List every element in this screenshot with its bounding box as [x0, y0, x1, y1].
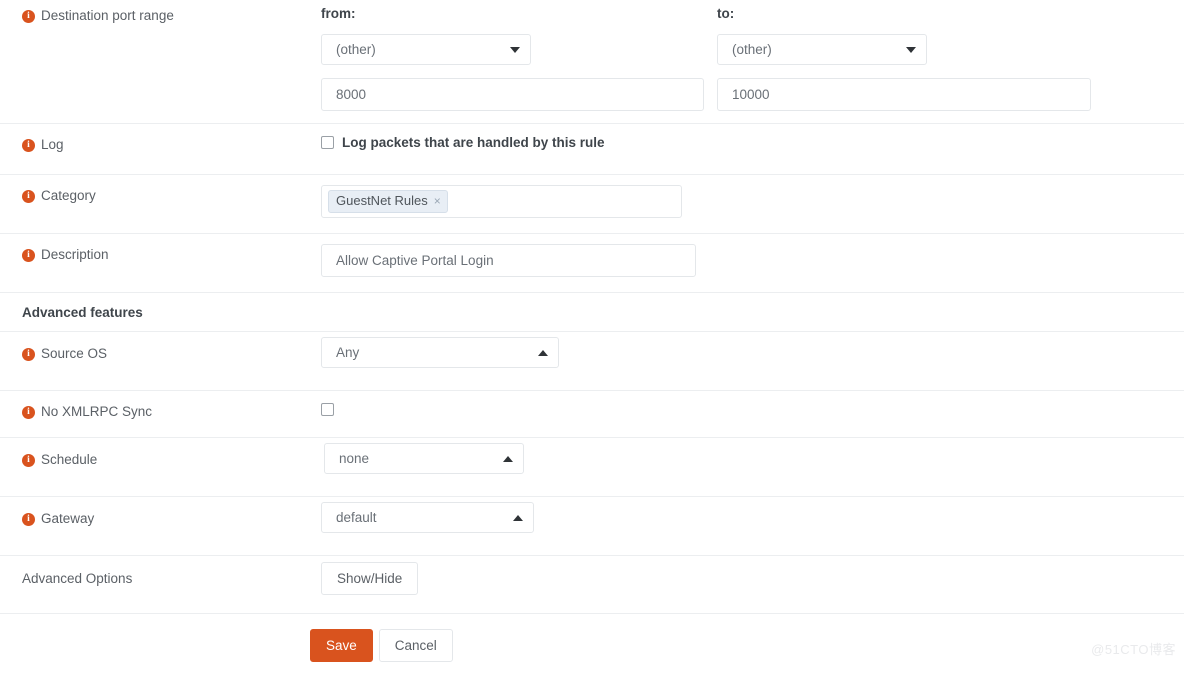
port-range-to-column: to: (other) 10000	[704, 6, 1184, 111]
gateway-label-cell: i Gateway	[0, 497, 308, 536]
row-log: i Log Log packets that are handled by th…	[0, 124, 1184, 175]
destination-port-range-label: Destination port range	[41, 8, 174, 23]
gateway-label: Gateway	[41, 511, 95, 526]
advanced-options-label-cell: Advanced Options	[0, 556, 308, 596]
no-xmlrpc-sync-label: No XMLRPC Sync	[41, 404, 153, 419]
row-advanced-options: Advanced Options Show/Hide	[0, 556, 1184, 614]
row-source-os: i Source OS Any	[0, 332, 1184, 391]
row-no-xmlrpc-sync: i No XMLRPC Sync	[0, 391, 1184, 438]
log-body: Log packets that are handled by this rul…	[308, 124, 1184, 158]
no-xmlrpc-sync-checkbox[interactable]	[321, 403, 334, 416]
log-label: Log	[41, 137, 64, 152]
port-from-input-wrap: 8000	[308, 78, 704, 111]
log-label-cell: i Log	[0, 124, 308, 162]
info-icon[interactable]: i	[22, 454, 35, 467]
destination-port-to-select[interactable]: (other)	[717, 34, 927, 65]
gateway-value: default	[336, 510, 377, 525]
category-body: GuestNet Rules ×	[308, 175, 1184, 226]
gateway-select-wrap: default	[308, 497, 1184, 533]
log-packets-checkbox[interactable]	[321, 136, 334, 149]
schedule-select-wrap: none	[308, 438, 1184, 474]
info-icon[interactable]: i	[22, 513, 35, 526]
show-hide-button-wrap: Show/Hide	[308, 556, 1184, 595]
category-token-field[interactable]: GuestNet Rules ×	[321, 185, 682, 218]
chevron-up-icon	[513, 514, 523, 521]
info-icon[interactable]: i	[22, 348, 35, 361]
source-os-value: Any	[336, 345, 360, 360]
row-category: i Category GuestNet Rules ×	[0, 175, 1184, 234]
destination-port-to-select-value: (other)	[732, 42, 772, 57]
no-xmlrpc-sync-body	[308, 391, 1184, 427]
advanced-options-label: Advanced Options	[22, 571, 133, 586]
cancel-button[interactable]: Cancel	[378, 629, 453, 662]
destination-port-from-select-value: (other)	[336, 42, 376, 57]
destination-port-from-value: 8000	[336, 87, 367, 102]
schedule-body: none	[308, 438, 1184, 482]
advanced-features-heading: Advanced features	[0, 293, 1184, 332]
port-to-input-wrap: 10000	[704, 78, 1184, 111]
destination-port-to-input[interactable]: 10000	[717, 78, 1091, 111]
row-destination-port-range: i Destination port range from: (other) 8…	[0, 0, 1184, 124]
source-os-select[interactable]: Any	[321, 337, 559, 368]
log-packets-checkbox-label[interactable]: Log packets that are handled by this rul…	[342, 135, 605, 150]
description-input[interactable]: Allow Captive Portal Login	[321, 244, 696, 277]
description-body: Allow Captive Portal Login	[308, 234, 1184, 285]
no-xmlrpc-sync-label-cell: i No XMLRPC Sync	[0, 391, 308, 429]
info-icon[interactable]: i	[22, 406, 35, 419]
info-icon[interactable]: i	[22, 10, 35, 23]
schedule-value: none	[339, 451, 370, 466]
firewall-rule-edit-form: i Destination port range from: (other) 8…	[0, 0, 1184, 662]
category-label: Category	[41, 188, 96, 203]
info-icon[interactable]: i	[22, 139, 35, 152]
gateway-body: default	[308, 497, 1184, 541]
port-from-heading: from:	[321, 6, 356, 21]
category-token-label: GuestNet Rules	[336, 193, 428, 208]
info-icon[interactable]: i	[22, 190, 35, 203]
port-range-columns: from: (other) 8000 to: (other) 10000	[308, 0, 1184, 123]
row-schedule: i Schedule none	[0, 438, 1184, 497]
row-description: i Description Allow Captive Portal Login	[0, 234, 1184, 293]
destination-port-range-label-cell: i Destination port range	[0, 0, 308, 123]
close-icon[interactable]: ×	[434, 195, 441, 207]
row-gateway: i Gateway default	[0, 497, 1184, 556]
source-os-body: Any	[308, 332, 1184, 376]
info-icon[interactable]: i	[22, 249, 35, 262]
no-xmlrpc-sync-checkbox-wrap	[308, 391, 1184, 419]
advanced-options-body: Show/Hide	[308, 556, 1184, 603]
watermark: @51CTO博客	[1091, 642, 1176, 657]
destination-port-from-select[interactable]: (other)	[321, 34, 531, 65]
form-actions: Save Cancel	[0, 614, 1184, 662]
source-os-label-cell: i Source OS	[0, 332, 308, 371]
source-os-select-wrap: Any	[308, 332, 1184, 368]
description-label-cell: i Description	[0, 234, 308, 272]
destination-port-from-input[interactable]: 8000	[321, 78, 704, 111]
chevron-up-icon	[503, 455, 513, 462]
schedule-label: Schedule	[41, 452, 98, 467]
chevron-up-icon	[538, 349, 548, 356]
port-to-heading: to:	[717, 6, 735, 21]
chevron-down-icon	[906, 46, 916, 53]
port-range-from-column: from: (other) 8000	[308, 6, 704, 111]
destination-port-to-value: 10000	[732, 87, 770, 102]
description-input-wrap: Allow Captive Portal Login	[308, 244, 1184, 277]
source-os-label: Source OS	[41, 346, 108, 361]
gateway-select[interactable]: default	[321, 502, 534, 533]
schedule-select[interactable]: none	[324, 443, 524, 474]
category-token[interactable]: GuestNet Rules ×	[328, 190, 448, 213]
description-label: Description	[41, 247, 109, 262]
chevron-down-icon	[510, 46, 520, 53]
show-hide-button[interactable]: Show/Hide	[321, 562, 419, 595]
log-checkbox-line: Log packets that are handled by this rul…	[308, 124, 1184, 150]
port-from-select-wrap: (other)	[308, 34, 704, 65]
schedule-label-cell: i Schedule	[0, 438, 308, 477]
description-value: Allow Captive Portal Login	[336, 253, 494, 268]
port-to-select-wrap: (other)	[704, 34, 1184, 65]
category-label-cell: i Category	[0, 175, 308, 213]
save-button[interactable]: Save	[310, 629, 373, 662]
